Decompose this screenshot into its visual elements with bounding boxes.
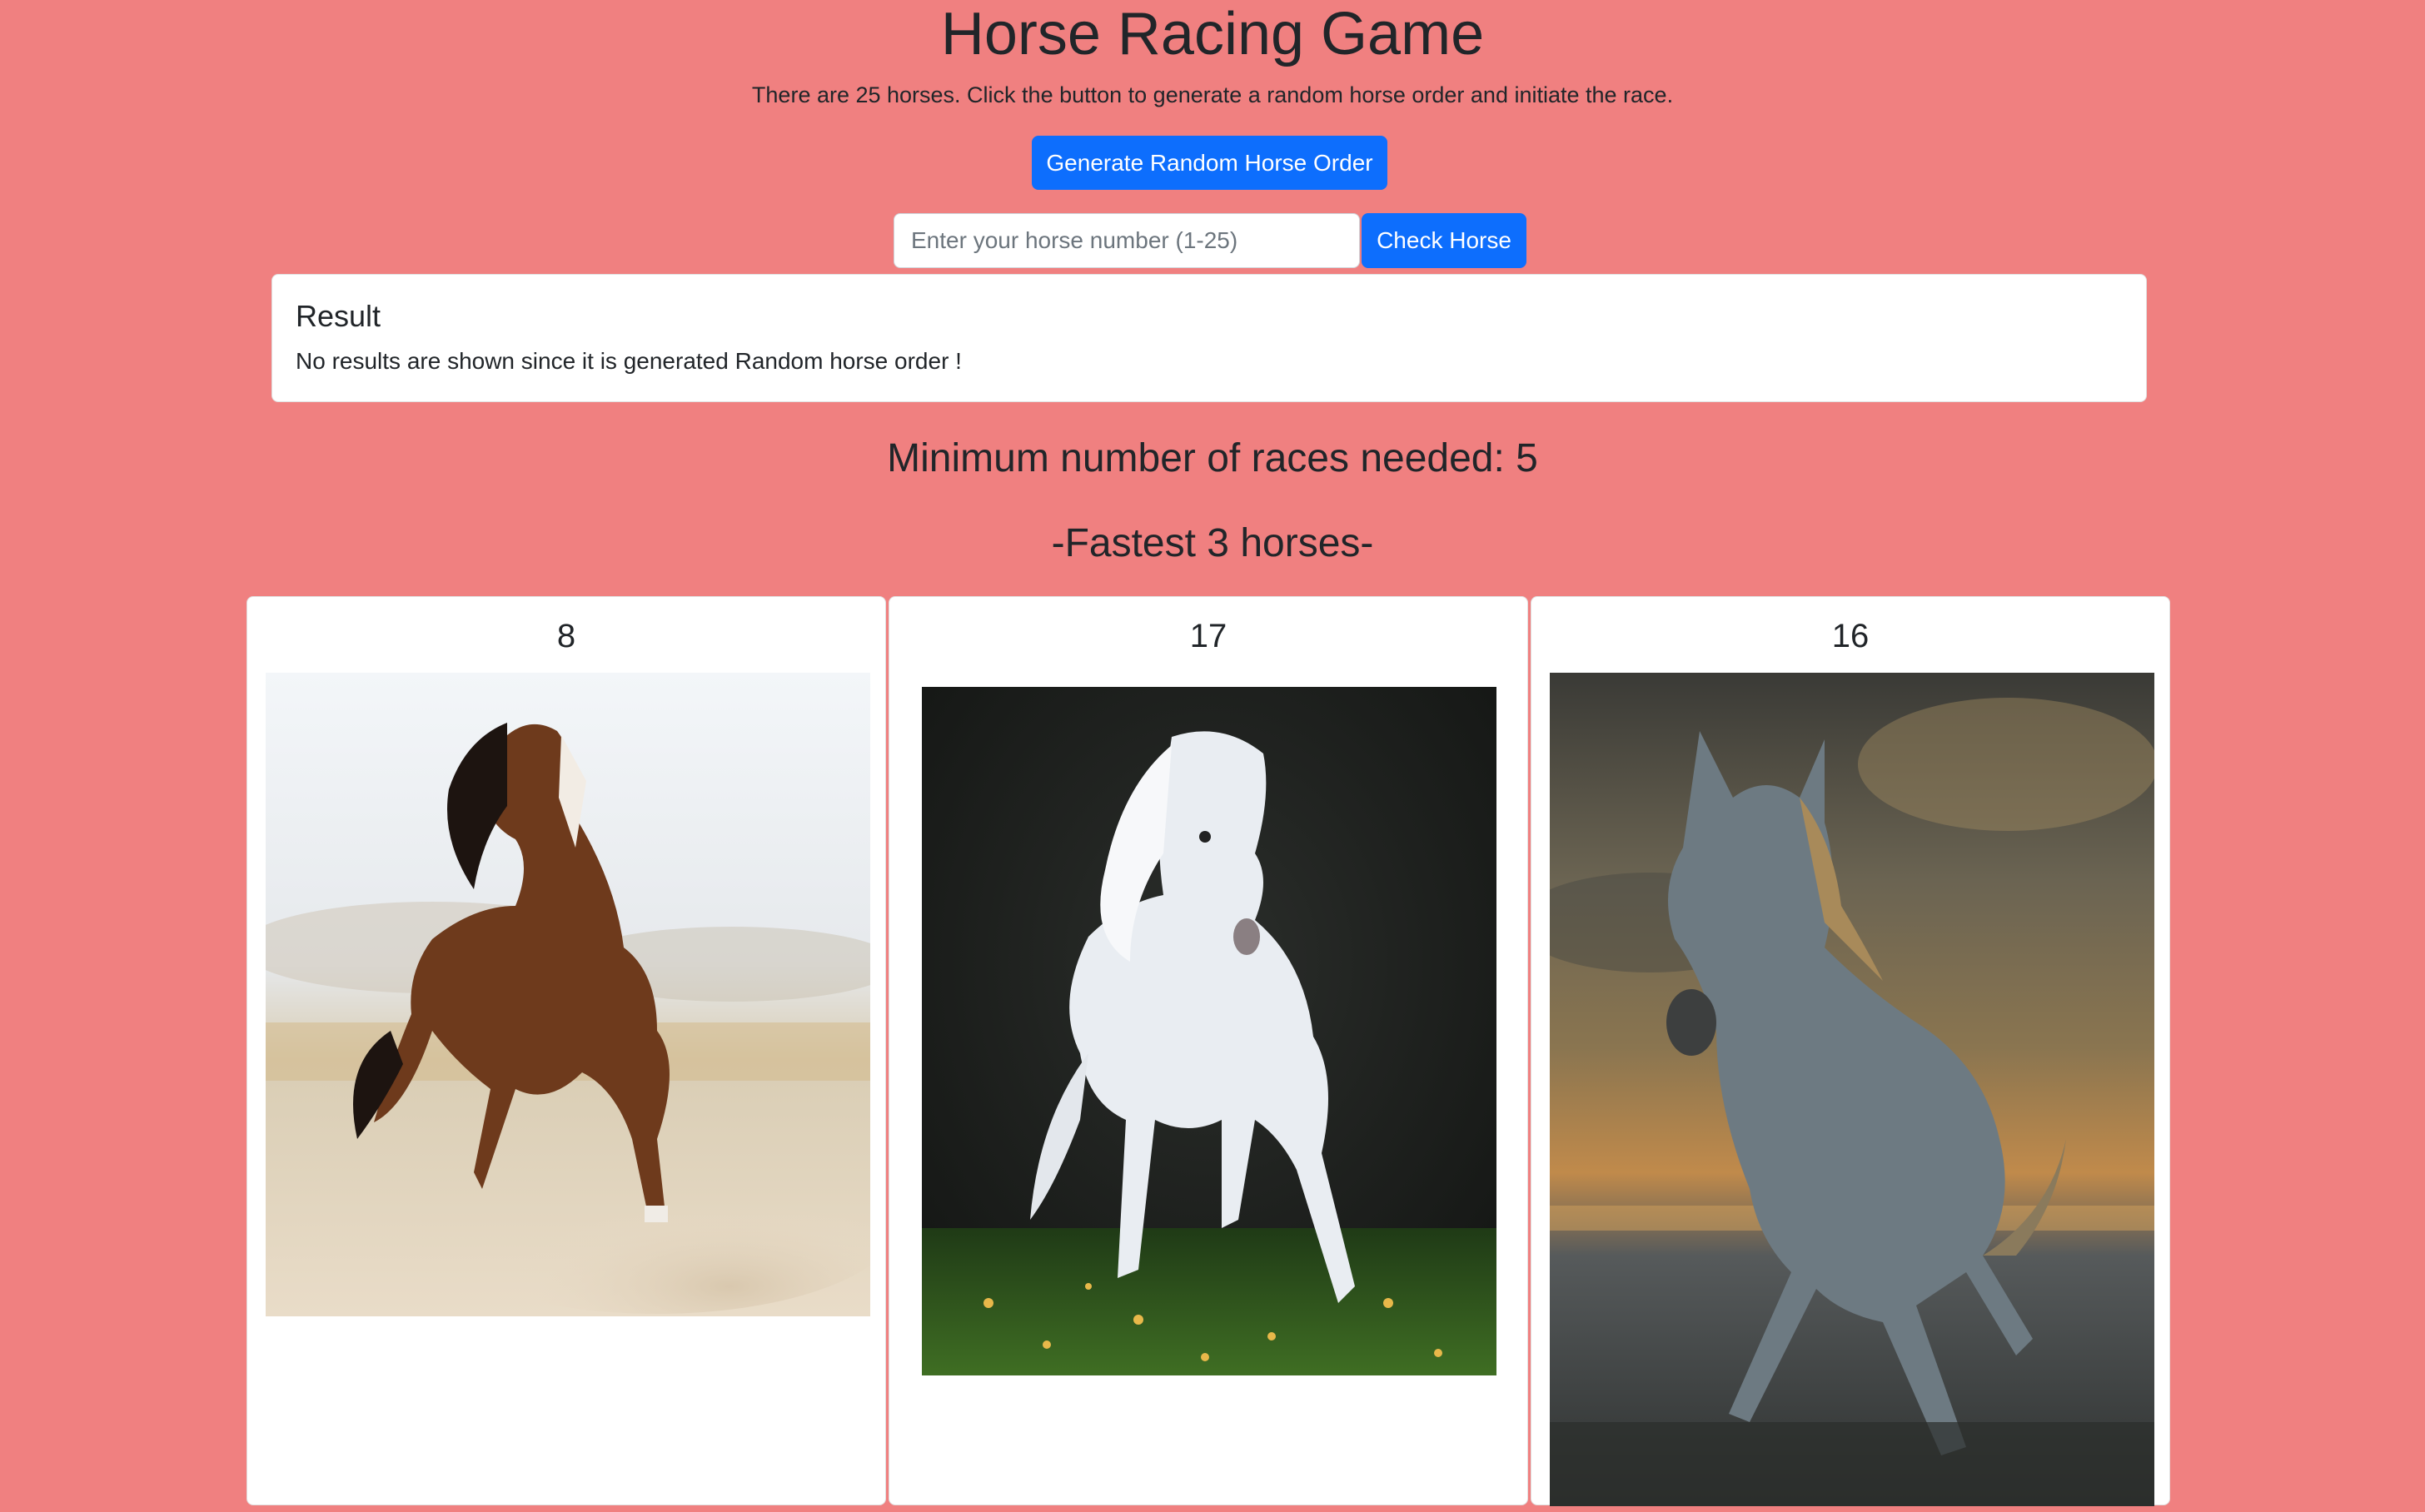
generate-random-order-button[interactable]: Generate Random Horse Order [1032, 136, 1387, 190]
horse-number: 8 [556, 618, 576, 654]
result-card: Result No results are shown since it is … [271, 274, 2147, 402]
page-title: Horse Racing Game [940, 1, 1485, 67]
intro-text: There are 25 horses. Click the button to… [751, 82, 1674, 107]
check-horse-form: Check Horse [894, 213, 1526, 268]
horse-image [922, 687, 1496, 1375]
horse-card: 17 [889, 596, 1528, 1505]
result-title: Result [296, 299, 381, 333]
fastest-horses-heading: -Fastest 3 horses- [1051, 521, 1374, 565]
horse-card: 16 [1531, 596, 2170, 1506]
result-text: No results are shown since it is generat… [296, 348, 962, 374]
min-races-text: Minimum number of races needed: 5 [887, 436, 1538, 480]
horse-number: 16 [1831, 618, 1870, 654]
horse-number-input[interactable] [894, 213, 1360, 268]
horse-card: 8 [246, 596, 886, 1505]
horse-image [1550, 673, 2154, 1506]
horse-number: 17 [1189, 618, 1227, 654]
check-horse-button[interactable]: Check Horse [1362, 213, 1526, 268]
horse-image [266, 673, 870, 1316]
